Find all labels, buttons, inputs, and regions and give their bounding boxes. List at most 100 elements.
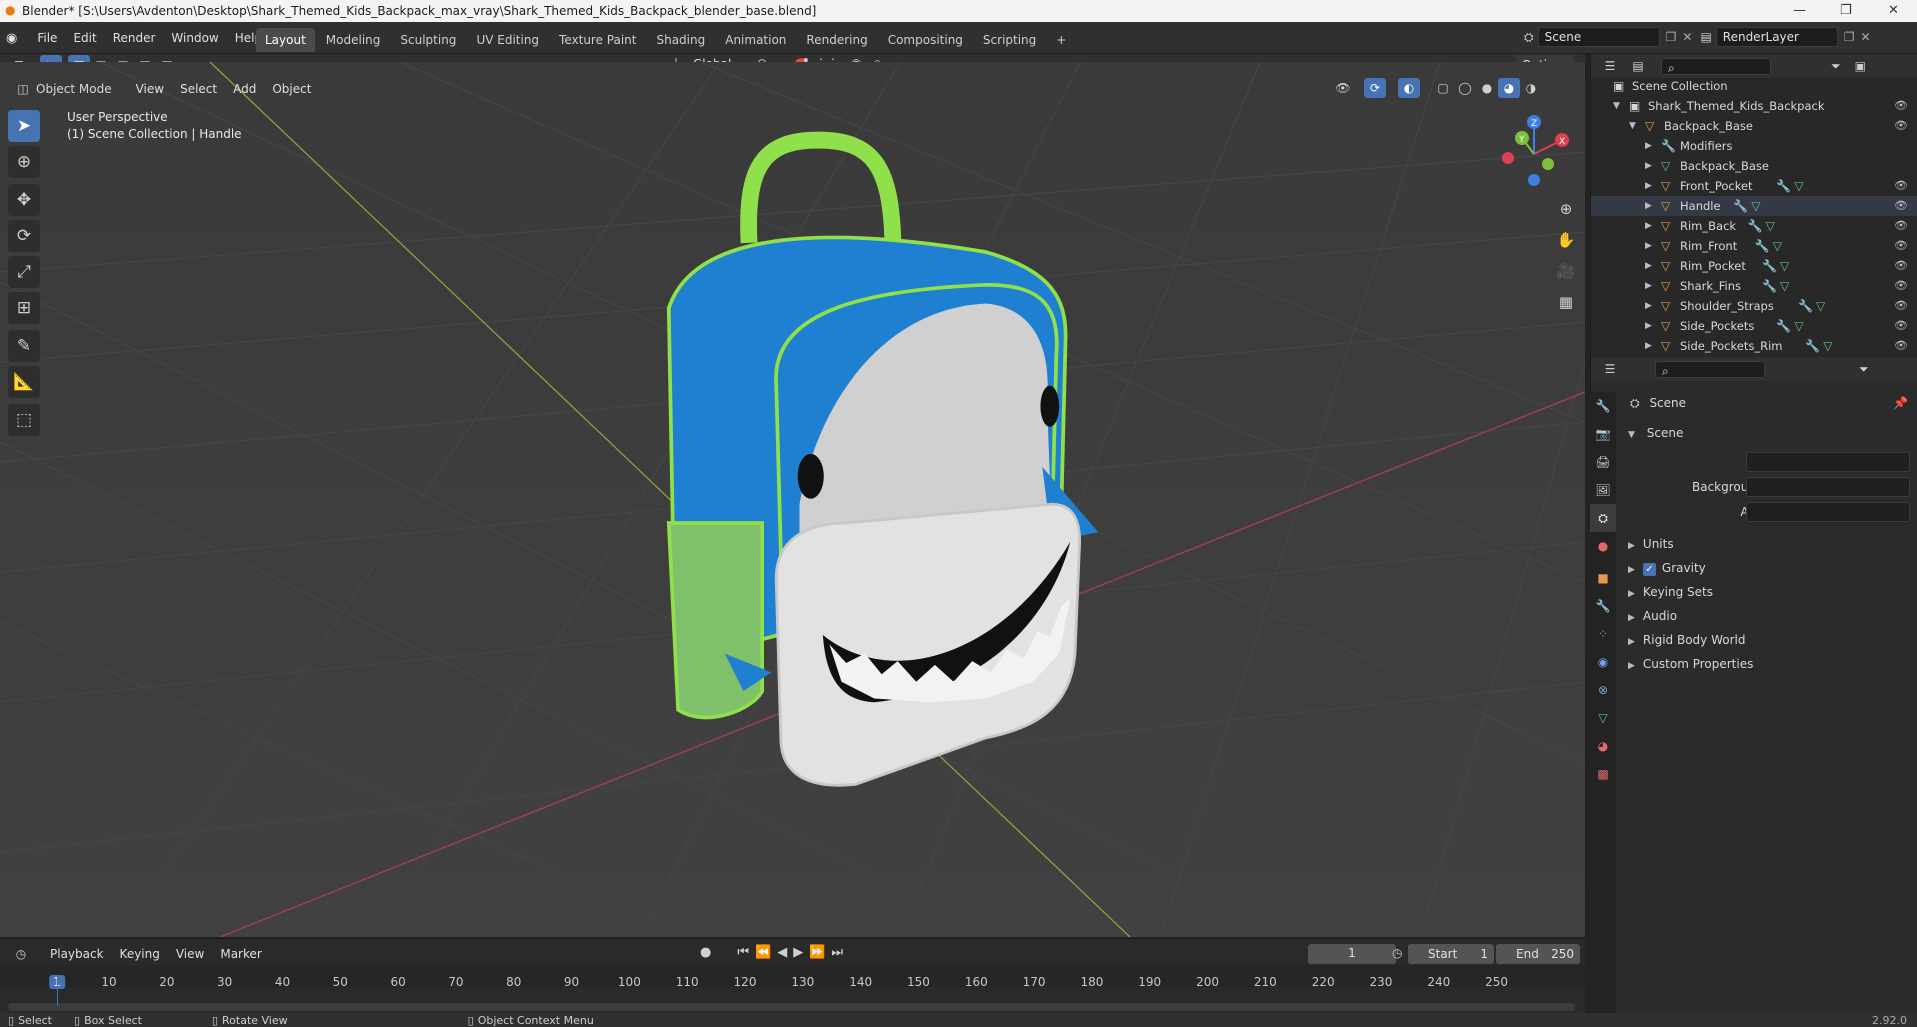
visibility-eye-icon[interactable]: 👁 bbox=[1894, 336, 1908, 356]
scale-tool-icon[interactable]: ⤢ bbox=[8, 256, 40, 288]
data-tab-icon[interactable]: ▽ bbox=[1590, 704, 1616, 732]
overlay-toggle-icon[interactable]: ◐ bbox=[1398, 78, 1420, 98]
disclosure-arrow-icon[interactable]: ▶ bbox=[1645, 316, 1652, 336]
play-reverse-icon[interactable]: ◀ bbox=[777, 945, 787, 960]
viewport-menu-object[interactable]: Object bbox=[264, 78, 319, 100]
disclosure-arrow-icon[interactable]: ▼ bbox=[1629, 116, 1636, 136]
viewport-menu-add[interactable]: Add bbox=[225, 78, 264, 100]
scene-icon[interactable]: ⛭ bbox=[1524, 30, 1534, 45]
wireframe-shading-icon[interactable]: ◯ bbox=[1454, 78, 1476, 98]
disclosure-arrow-icon[interactable]: ▶ bbox=[1645, 216, 1652, 236]
blender-menu-icon[interactable]: ◉ bbox=[6, 31, 17, 46]
tab-texture-paint[interactable]: Texture Paint bbox=[550, 28, 645, 52]
particles-tab-icon[interactable]: ⁘ bbox=[1590, 620, 1616, 648]
pin-icon[interactable]: 📌 bbox=[1893, 392, 1908, 414]
modifier-icon[interactable]: 🔧 bbox=[1762, 256, 1777, 276]
subpanel-header[interactable]: ▶ Units bbox=[1628, 533, 1908, 555]
view-layer-tab-icon[interactable]: 🖼 bbox=[1590, 476, 1616, 504]
texture-tab-icon[interactable]: ▩ bbox=[1590, 760, 1616, 788]
outliner-row[interactable]: ▶ ▽ Shoulder_Straps 🔧 ▽ 👁 bbox=[1591, 296, 1917, 316]
jump-end-icon[interactable]: ⏭ bbox=[831, 945, 843, 960]
subpanel-header[interactable]: ▶ ✓ Gravity bbox=[1628, 557, 1908, 579]
filter-icon[interactable]: ⏷ bbox=[1831, 59, 1841, 74]
modifier-icon[interactable]: 🔧 bbox=[1733, 196, 1748, 216]
panel-scene-header[interactable]: ▼ Scene bbox=[1628, 422, 1683, 444]
outliner-row[interactable]: ▶ ▽ Handle 🔧 ▽ 👁 bbox=[1591, 196, 1917, 216]
subpanel-header[interactable]: ▶ Keying Sets bbox=[1628, 581, 1908, 603]
modifier-icon[interactable]: 🔧 bbox=[1755, 236, 1770, 256]
outliner-row[interactable]: ▼ ▣ Shark_Themed_Kids_Backpack 👁 bbox=[1591, 96, 1917, 116]
xray-icon[interactable]: ▢ bbox=[1432, 78, 1454, 98]
visibility-eye-icon[interactable]: 👁 bbox=[1894, 196, 1908, 216]
rotate-tool-icon[interactable]: ⟳ bbox=[8, 220, 40, 252]
visibility-eye-icon[interactable]: 👁 bbox=[1894, 296, 1908, 316]
subpanel-header[interactable]: ▶ Audio bbox=[1628, 605, 1908, 627]
pan-hand-icon[interactable]: ✋ bbox=[1553, 225, 1579, 256]
modifier-icon[interactable]: 🔧 bbox=[1776, 176, 1791, 196]
outliner-row[interactable]: ▶ ▽ Side_Pockets 🔧 ▽ 👁 bbox=[1591, 316, 1917, 336]
display-mode-icon[interactable]: ▤ bbox=[1627, 56, 1649, 76]
tab-animation[interactable]: Animation bbox=[716, 28, 795, 52]
properties-options-icon[interactable]: ⏷ bbox=[1859, 362, 1869, 377]
close-icon[interactable]: ✕ bbox=[1888, 3, 1899, 18]
menu-render[interactable]: Render bbox=[105, 27, 164, 49]
menu-window[interactable]: Window bbox=[163, 27, 226, 49]
material-tab-icon[interactable]: ◕ bbox=[1590, 732, 1616, 760]
timeline-menu-playback[interactable]: Playback bbox=[42, 943, 112, 965]
mesh-data-icon[interactable]: ▽ bbox=[1780, 256, 1789, 276]
subpanel-header[interactable]: ▶ Rigid Body World bbox=[1628, 629, 1908, 651]
gizmo-toggle-icon[interactable]: ⟳ bbox=[1364, 78, 1386, 98]
mesh-data-icon[interactable]: ▽ bbox=[1794, 316, 1803, 336]
solid-shading-icon[interactable]: ● bbox=[1476, 78, 1498, 98]
tab-rendering[interactable]: Rendering bbox=[797, 28, 876, 52]
outliner-row[interactable]: ▶ ▽ Shark_Fins 🔧 ▽ 👁 bbox=[1591, 276, 1917, 296]
move-tool-icon[interactable]: ✥ bbox=[8, 184, 40, 216]
outliner-row[interactable]: ▶ ▽ Front_Pocket 🔧 ▽ 👁 bbox=[1591, 176, 1917, 196]
playhead-line[interactable] bbox=[57, 976, 58, 1006]
tool-tab-icon[interactable]: 🔧 bbox=[1590, 392, 1616, 420]
timeline-scrollbar[interactable] bbox=[8, 1003, 1575, 1011]
visibility-eye-icon[interactable]: 👁 bbox=[1894, 96, 1908, 116]
add-cube-tool-icon[interactable]: ⬚ bbox=[8, 404, 40, 436]
menu-file[interactable]: File bbox=[29, 27, 65, 49]
new-collection-icon[interactable]: ▣ bbox=[1855, 59, 1866, 73]
select-box-tool-icon[interactable]: ➤ bbox=[8, 110, 40, 142]
timeline-menu-view[interactable]: View bbox=[168, 943, 212, 965]
modifier-icon[interactable]: 🔧 bbox=[1798, 296, 1813, 316]
backpack-model[interactable] bbox=[0, 62, 1585, 875]
timeline-menu-keying[interactable]: Keying bbox=[112, 943, 168, 965]
visibility-eye-icon[interactable]: 👁 bbox=[1894, 316, 1908, 336]
disclosure-arrow-icon[interactable]: ▶ bbox=[1645, 256, 1652, 276]
ortho-grid-icon[interactable]: ▦ bbox=[1553, 287, 1579, 318]
modifier-icon[interactable]: 🔧 bbox=[1748, 216, 1763, 236]
properties-editor-icon[interactable]: ☰ bbox=[1599, 359, 1621, 379]
disclosure-arrow-icon[interactable]: ▼ bbox=[1613, 96, 1620, 116]
start-frame-field[interactable]: Start 1 bbox=[1408, 944, 1494, 964]
transform-tool-icon[interactable]: ⊞ bbox=[8, 292, 40, 324]
camera-view-icon[interactable]: 🎥 bbox=[1553, 256, 1579, 287]
measure-tool-icon[interactable]: 📐 bbox=[8, 366, 40, 398]
render-tab-icon[interactable]: 📷 bbox=[1590, 420, 1616, 448]
jump-keyframe-forward-icon[interactable]: ⏩ bbox=[809, 945, 825, 960]
timeline-editor-icon[interactable]: ◷ bbox=[10, 944, 32, 964]
property-field[interactable] bbox=[1746, 502, 1910, 522]
scene-tab-icon[interactable]: ⛭ bbox=[1590, 504, 1616, 532]
tab-compositing[interactable]: Compositing bbox=[879, 28, 972, 52]
disclosure-arrow-icon[interactable]: ▶ bbox=[1645, 296, 1652, 316]
disclosure-arrow-icon[interactable]: ▶ bbox=[1645, 156, 1652, 176]
renderlayer-copy-icon[interactable]: ❐ bbox=[1844, 30, 1855, 44]
rendered-shading-icon[interactable]: ◑ bbox=[1520, 78, 1542, 98]
physics-tab-icon[interactable]: ◉ bbox=[1590, 648, 1616, 676]
visibility-eye-icon[interactable]: 👁 bbox=[1894, 236, 1908, 256]
outliner-row[interactable]: ▶ ▽ Rim_Back 🔧 ▽ 👁 bbox=[1591, 216, 1917, 236]
annotate-tool-icon[interactable]: ✎ bbox=[8, 330, 40, 362]
tab-uv-editing[interactable]: UV Editing bbox=[467, 28, 548, 52]
tab-sculpting[interactable]: Sculpting bbox=[391, 28, 465, 52]
visibility-eye-icon[interactable]: 👁 bbox=[1894, 256, 1908, 276]
outliner-row[interactable]: ▶ ▽ Rim_Front 🔧 ▽ 👁 bbox=[1591, 236, 1917, 256]
properties-search-input[interactable]: ⌕ bbox=[1655, 360, 1765, 378]
tab-scripting[interactable]: Scripting bbox=[974, 28, 1045, 52]
modifier-icon[interactable]: 🔧 bbox=[1805, 336, 1820, 356]
object-tab-icon[interactable]: ■ bbox=[1590, 564, 1616, 592]
outliner-row[interactable]: ▶ ▽ Side_Pockets_Rim 🔧 ▽ 👁 bbox=[1591, 336, 1917, 356]
